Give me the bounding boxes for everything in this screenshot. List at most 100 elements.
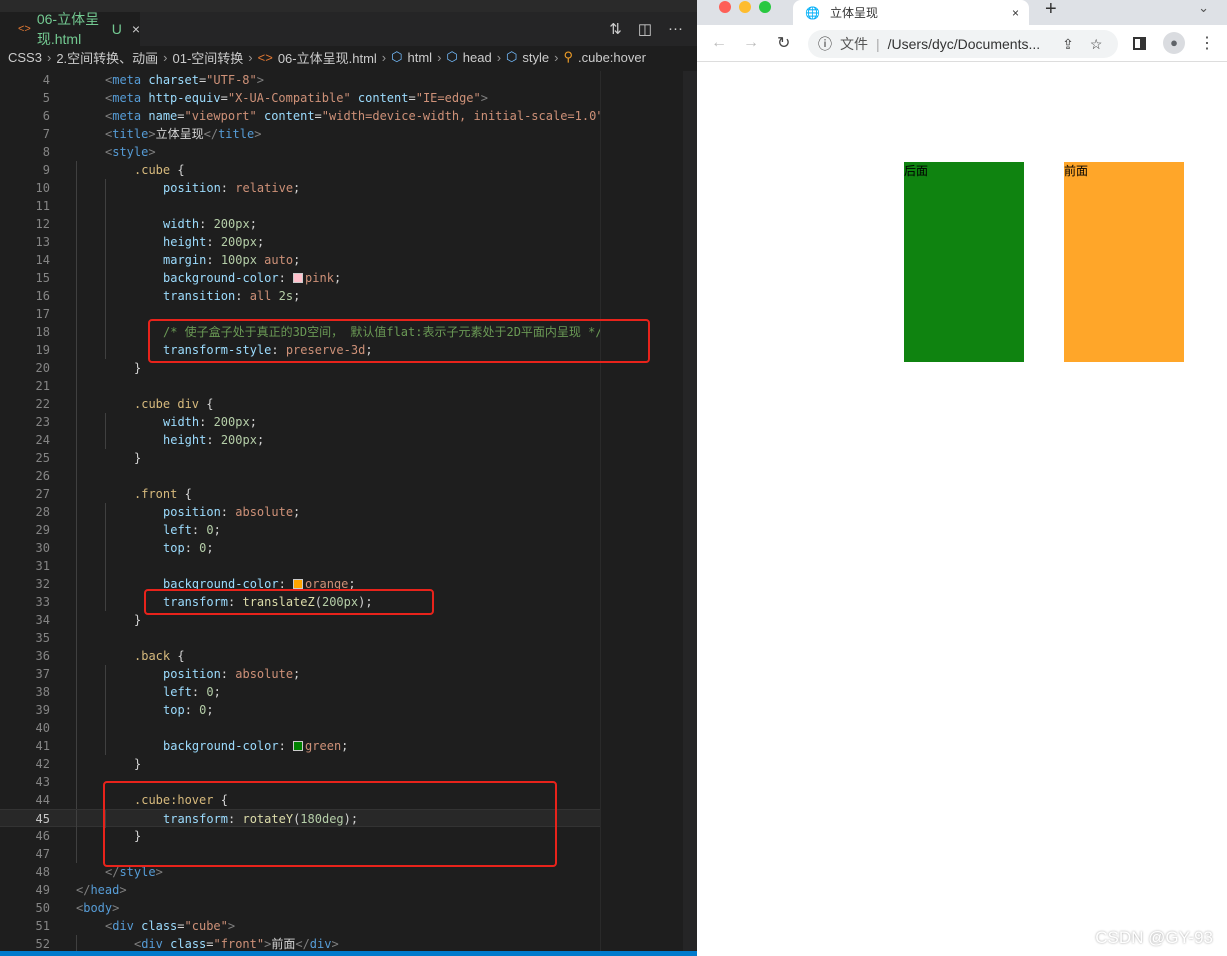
code-line[interactable]: 49 </head> [0,881,600,899]
code-token: > [155,865,163,879]
code-line[interactable]: 13 height: 200px; [0,233,600,251]
code-line[interactable]: 16 transition: all 2s; [0,287,600,305]
code-token: </ [203,127,219,141]
indent-guide [105,305,106,323]
code-line[interactable]: 6 <meta name="viewport" content="width=de… [0,107,604,125]
code-line[interactable]: 7 <title>立体呈现</title> [0,125,600,143]
code-line[interactable]: 14 margin: 100px auto; [0,251,600,269]
maximize-window-button[interactable] [759,1,771,13]
code-line[interactable]: 29 left: 0; [0,521,600,539]
code-line[interactable]: 28 position: absolute; [0,503,600,521]
code-line[interactable]: 50 <body> [0,899,600,917]
url-text[interactable]: /Users/dyc/Documents... [888,36,1041,52]
code-text: <title>立体呈现</title> [105,125,261,143]
source-control-compare-icon[interactable]: ⇅ [609,20,622,38]
element-cube-icon: ⬡ [391,49,403,64]
indent-guide [76,377,77,395]
code-line[interactable]: 37 position: absolute; [0,665,600,683]
code-line[interactable]: 5 <meta http-equiv="X-UA-Compatible" cont… [0,89,600,107]
code-line[interactable]: 8 <style> [0,143,600,161]
breadcrumb-item[interactable]: 06-立体呈现.html [278,48,377,67]
code-line[interactable]: 4 <meta charset="UTF-8"> [0,71,600,89]
back-arrow-icon[interactable]: ← [711,34,727,52]
code-token: left [163,523,192,537]
indent-guide [105,521,106,539]
code-line[interactable]: 22 .cube div { [0,395,600,413]
breadcrumb-item[interactable]: 01-空间转换 [173,48,244,67]
breadcrumb-separator: › [554,49,559,65]
code-line[interactable]: 39 top: 0; [0,701,600,719]
back-face-box[interactable]: 后面 [904,162,1024,362]
minimap[interactable] [600,71,683,956]
breadcrumb-item[interactable]: html [408,50,433,65]
code-line[interactable]: 15 background-color: pink; [0,269,600,287]
code-line[interactable]: 9 .cube { [0,161,600,179]
tab-search-chevron-icon[interactable]: ⌄ [1198,0,1209,16]
code-line[interactable]: 21 [0,377,600,395]
indent-guide [76,323,77,341]
highlight-box [144,589,434,615]
indent-guide [76,773,77,791]
breadcrumb-item[interactable]: style [522,50,549,65]
breadcrumb-item[interactable]: .cube:hover [578,50,646,65]
code-line[interactable]: 30 top: 0; [0,539,600,557]
code-line[interactable]: 36 .back { [0,647,600,665]
bookmark-star-icon[interactable]: ☆ [1090,36,1103,53]
indent-guide [76,827,77,845]
editor-tab[interactable]: <> 06-立体呈现.html U × [0,11,140,47]
code-line[interactable]: 38 left: 0; [0,683,600,701]
info-icon[interactable]: ⓘ [818,34,832,54]
code-line[interactable]: 41 background-color: green; [0,737,600,755]
code-line[interactable]: 10 position: relative; [0,179,600,197]
code-line[interactable]: 26 [0,467,600,485]
breadcrumb-item[interactable]: CSS3 [8,50,42,65]
editor-scrollbar[interactable] [683,71,697,956]
minimize-window-button[interactable] [739,1,751,13]
indent-guide [76,845,77,863]
share-icon[interactable]: ⇪ [1062,36,1074,53]
indent-guide [105,215,106,233]
code-line[interactable]: 23 width: 200px; [0,413,600,431]
code-token: ; [293,289,301,303]
forward-arrow-icon[interactable]: → [743,34,759,52]
code-token: position [163,181,221,195]
code-token: div [309,937,332,951]
side-panel-icon[interactable] [1133,36,1146,50]
more-menu-icon[interactable]: ⋮ [1199,33,1215,53]
new-tab-button[interactable]: + [1045,0,1057,21]
indent-guide [105,269,106,287]
code-line[interactable]: 31 [0,557,600,575]
close-tab-icon[interactable]: × [1012,6,1019,20]
browser-tab[interactable]: 🌐 立体呈现 × [793,0,1029,25]
code-line[interactable]: 51 <div class="cube"> [0,917,600,935]
more-actions-icon[interactable]: ··· [668,20,683,38]
close-icon[interactable]: × [132,21,140,37]
code-line[interactable]: 24 height: 200px; [0,431,600,449]
line-number: 28 [35,505,50,519]
split-editor-icon[interactable]: ◫ [638,20,652,38]
code-line[interactable]: 35 [0,629,600,647]
line-number: 23 [35,415,50,429]
front-face-box[interactable]: 前面 [1064,162,1184,362]
code-line[interactable]: 27 .front { [0,485,600,503]
code-token: : [199,415,214,429]
code-token: > [256,73,264,87]
address-bar[interactable]: ⓘ 文件 | /Users/dyc/Documents... ⇪ ☆ [808,30,1118,58]
breadcrumb-item[interactable]: head [463,50,492,65]
indent-guide [76,341,77,359]
profile-avatar-icon[interactable]: ● [1163,32,1185,54]
code-line[interactable]: 40 [0,719,600,737]
reload-icon[interactable]: ↻ [777,33,790,53]
code-token: "X-UA-Compatible" [227,91,351,105]
browser-tab-title: 立体呈现 [829,6,878,20]
code-line[interactable]: 12 width: 200px; [0,215,600,233]
code-token: height [163,235,207,249]
code-line[interactable]: 25} [0,449,600,467]
code-token: http-equiv [141,91,221,105]
code-line[interactable]: 42} [0,755,600,773]
breadcrumb-item[interactable]: 2.空间转换、动画 [56,48,158,67]
code-line[interactable]: 11 [0,197,600,215]
close-window-button[interactable] [719,1,731,13]
line-number: 13 [35,235,50,249]
indent-guide [105,719,106,737]
